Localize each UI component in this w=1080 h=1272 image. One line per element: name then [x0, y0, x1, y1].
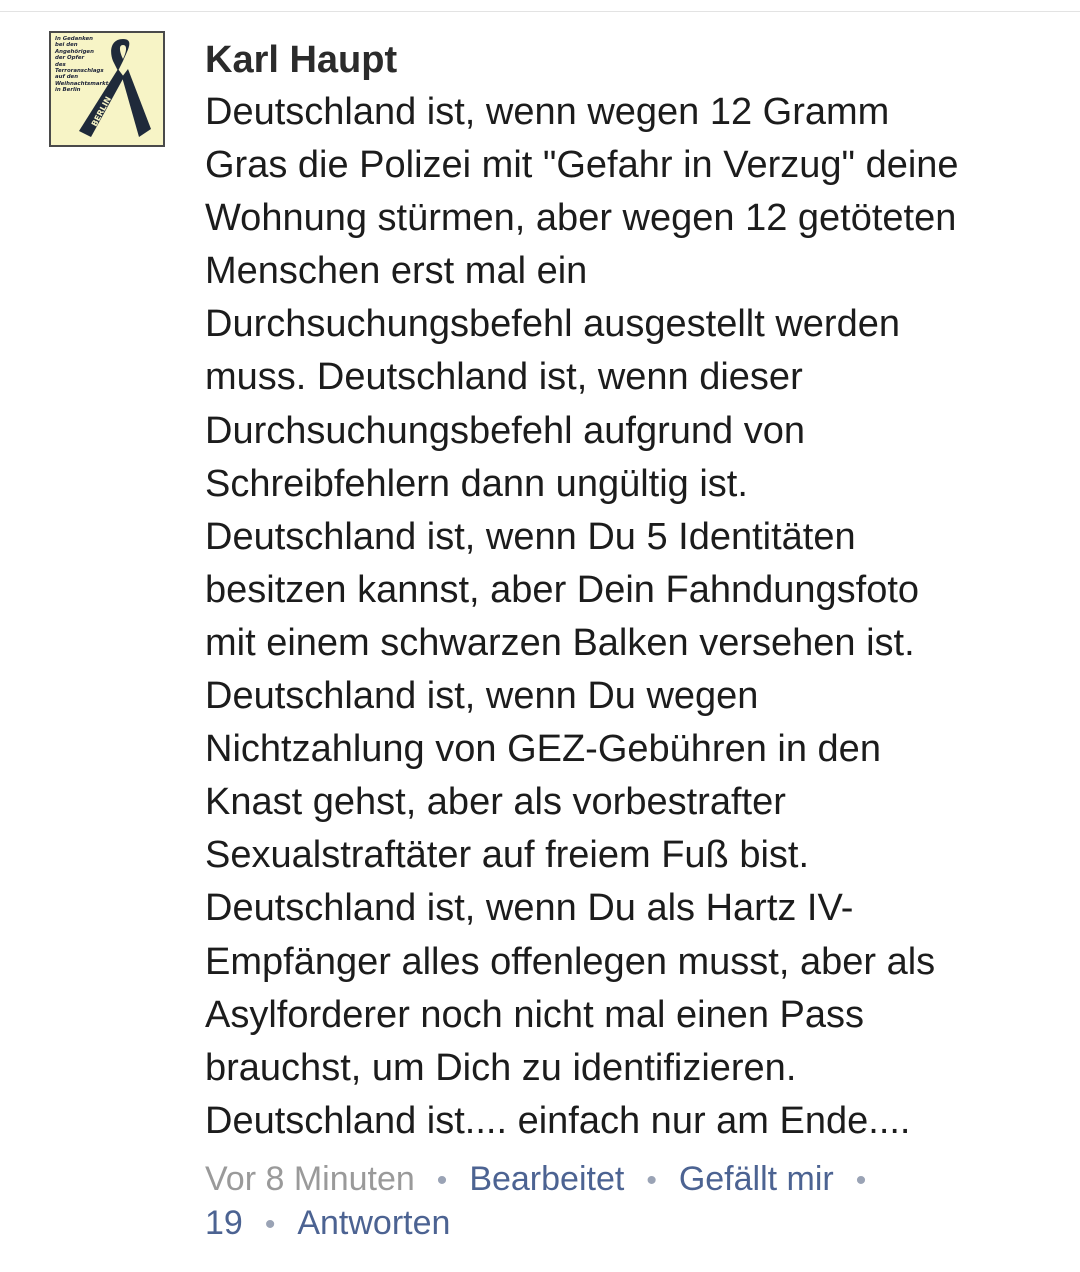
timestamp: Vor 8 Minuten: [205, 1160, 415, 1198]
comment: In Gedanken bei den Angehörigen der Opfe…: [0, 0, 1080, 1272]
comment-text-line: Durchsuchungsbefehl aufgrund von: [205, 409, 805, 452]
comment-text-line: Deutschland ist.... einfach nur am Ende.…: [205, 1099, 911, 1142]
comment-meta: Vor 8 Minuten • Bearbeitet • Gefällt mir • 19…: [205, 1158, 1065, 1246]
comment-text-line: besitzen kannst, aber Dein Fahndungsfoto: [205, 568, 920, 611]
comment-content: Karl Haupt Deutschland ist, wenn wegen 1…: [205, 34, 1065, 1148]
comment-text-line: Schreibfehlern dann ungültig ist.: [205, 462, 748, 505]
comment-text-line: muss. Deutschland ist, wenn dieser: [205, 356, 803, 399]
comment-text-line: Nichtzahlung von GEZ-Gebühren in den: [205, 728, 881, 771]
comment-text-line: Deutschland ist, wenn Du als Hartz IV-: [205, 887, 854, 930]
comment-text: Deutschland ist, wenn wegen 12 Gramm Gras…: [205, 86, 1065, 1148]
avatar[interactable]: In Gedanken bei den Angehörigen der Opfe…: [49, 31, 165, 147]
meta-row-1: Vor 8 Minuten • Bearbeitet • Gefällt mir •: [205, 1158, 1065, 1202]
separator-dot: •: [264, 1208, 276, 1241]
comment-text-line: Sexualstraftäter auf freiem Fuß bist.: [205, 834, 810, 877]
edited-link[interactable]: Bearbeitet: [469, 1160, 624, 1198]
comment-text-line: Knast gehst, aber als vorbestrafter: [205, 781, 786, 824]
meta-row-2: 19 • Antworten: [205, 1202, 1065, 1246]
separator-dot: •: [646, 1164, 657, 1197]
comment-text-line: Empfänger alles offenlegen musst, aber a…: [205, 940, 936, 983]
comment-text-line: mit einem schwarzen Balken versehen ist.: [205, 621, 915, 664]
like-button[interactable]: Gefällt mir: [679, 1160, 834, 1198]
comment-text-line: Wohnung stürmen, aber wegen 12 getöteten: [205, 197, 957, 240]
comment-text-line: Menschen erst mal ein: [205, 250, 588, 293]
reply-button[interactable]: Antworten: [297, 1204, 450, 1242]
comment-text-line: Deutschland ist, wenn wegen 12 Gramm: [205, 91, 890, 133]
comment-text-line: Deutschland ist, wenn Du 5 Identitäten: [205, 515, 856, 558]
comment-text-line: Deutschland ist, wenn Du wegen: [205, 675, 759, 718]
separator-dot: •: [436, 1164, 448, 1197]
black-ribbon-icon: BERLIN: [79, 39, 151, 137]
separator-dot: •: [855, 1164, 867, 1197]
author-name[interactable]: Karl Haupt: [205, 34, 1065, 86]
comment-text-line: Asylforderer noch nicht mal einen Pass: [205, 993, 864, 1036]
comment-text-line: Gras die Polizei mit "Gefahr in Verzug" …: [205, 144, 959, 187]
comment-text-line: Durchsuchungsbefehl ausgestellt werden: [205, 303, 900, 346]
comment-text-line: brauchst, um Dich zu identifizieren.: [205, 1046, 797, 1089]
like-count[interactable]: 19: [205, 1204, 243, 1242]
